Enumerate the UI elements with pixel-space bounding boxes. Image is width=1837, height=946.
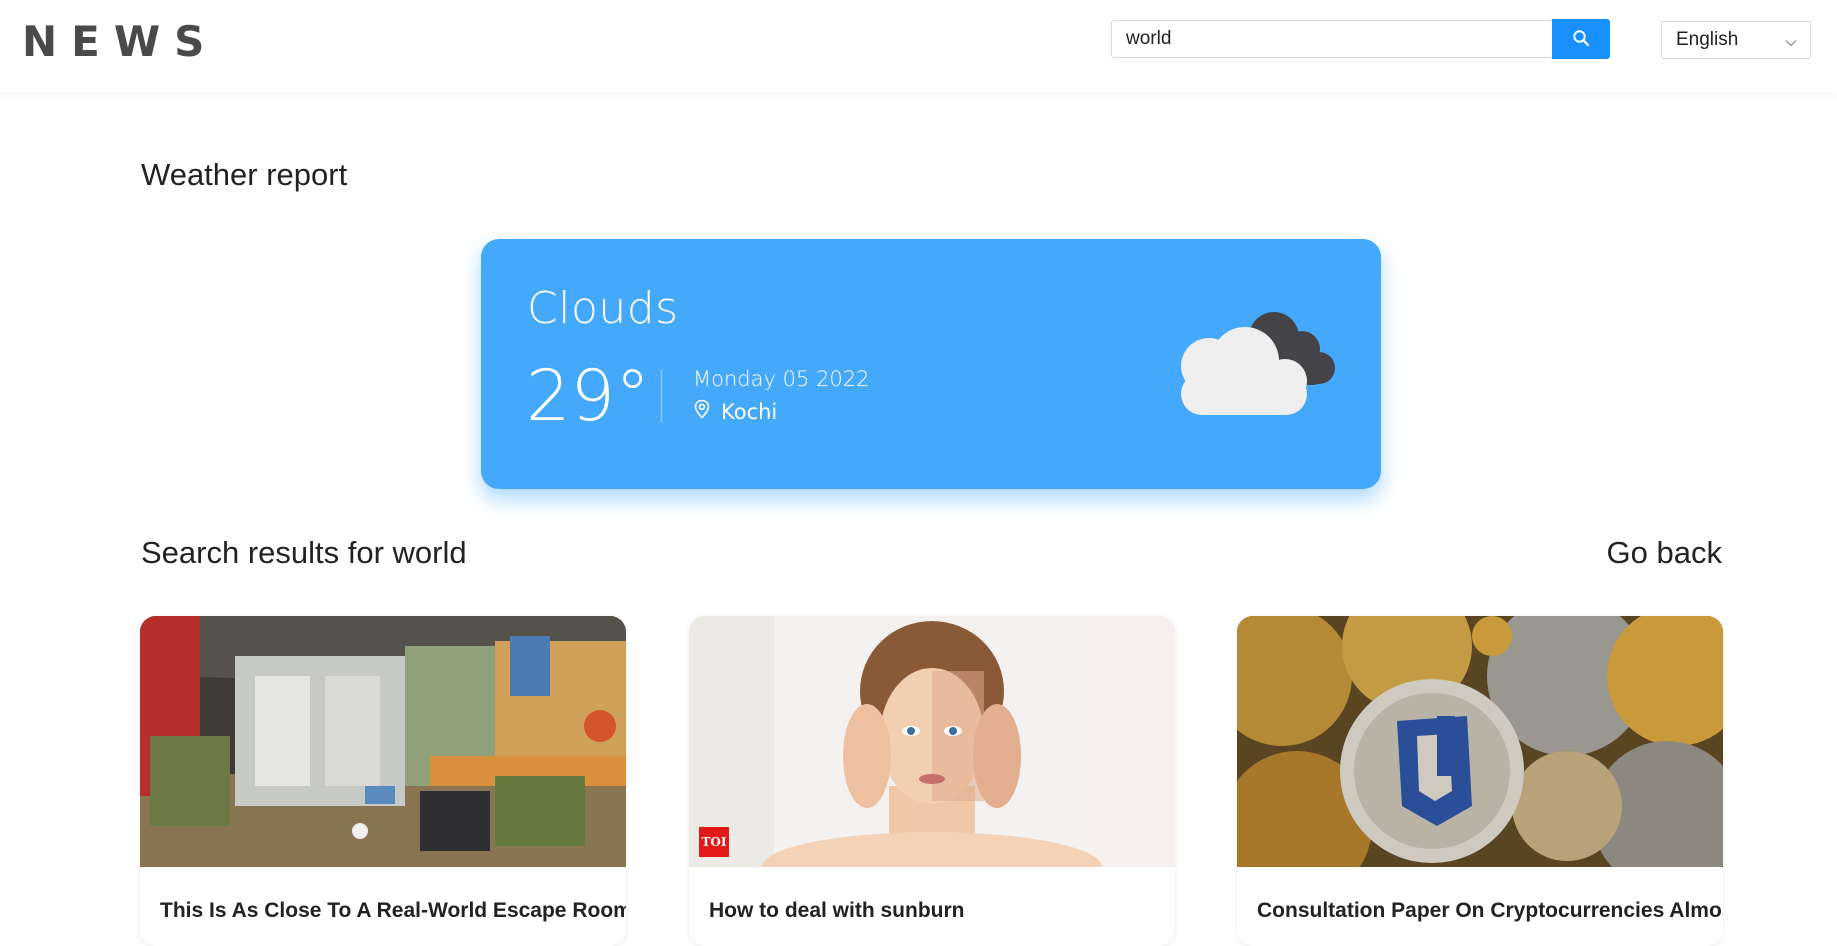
language-select[interactable]: English <box>1661 21 1811 59</box>
location-pin-icon <box>693 399 721 424</box>
cloud-icon <box>1167 303 1347 423</box>
weather-condition: Clouds <box>527 283 679 334</box>
article-title[interactable]: Consultation Paper On Cryptocurrencies A… <box>1257 899 1723 923</box>
article-image-escape-room <box>140 616 626 867</box>
chevron-down-icon <box>1784 34 1798 56</box>
article-image-sunburn: TOI <box>689 616 1175 867</box>
article-title[interactable]: This Is As Close To A Real-World Escape … <box>160 899 626 923</box>
weather-location-label: Kochi <box>721 399 778 424</box>
weather-heading: Weather report <box>141 157 348 192</box>
weather-card: Clouds 29° Monday 05 2022 Kochi <box>481 239 1381 489</box>
article-title[interactable]: How to deal with sunburn <box>709 899 965 923</box>
language-selected-value: English <box>1676 29 1739 50</box>
site-logo[interactable]: NEWS <box>22 17 218 66</box>
results-query: world <box>392 535 467 570</box>
top-header: NEWS English <box>0 0 1837 92</box>
weather-temperature: 29° <box>526 355 651 437</box>
search-results-heading: Search results for world <box>141 535 467 571</box>
weather-date: Monday 05 2022 <box>693 367 870 391</box>
weather-divider <box>661 370 662 422</box>
search-bar <box>1111 19 1610 60</box>
article-card[interactable]: Consultation Paper On Cryptocurrencies A… <box>1237 616 1723 946</box>
search-icon <box>1572 29 1590 50</box>
article-card[interactable]: TOI How to deal with sunburn <box>689 616 1175 946</box>
go-back-link[interactable]: Go back <box>1607 535 1722 571</box>
search-input[interactable] <box>1111 20 1552 58</box>
results-heading-prefix: Search results for <box>141 535 393 570</box>
toi-logo: TOI <box>699 827 729 857</box>
article-card[interactable]: This Is As Close To A Real-World Escape … <box>140 616 626 946</box>
weather-location: Kochi <box>693 399 777 424</box>
search-button[interactable] <box>1552 19 1610 59</box>
article-image-crypto <box>1237 616 1723 867</box>
